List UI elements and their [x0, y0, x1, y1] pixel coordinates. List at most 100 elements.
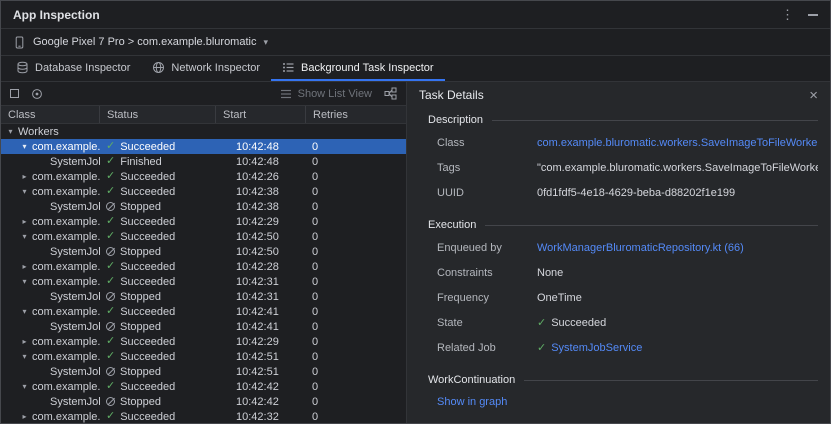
- table-row[interactable]: ▸com.example.bl✓Succeeded10:42:290: [1, 334, 406, 349]
- chevron-down-icon[interactable]: ▾: [19, 277, 30, 286]
- stopped-icon: [106, 397, 115, 406]
- class-cell: ▸com.example.bl: [1, 336, 100, 348]
- show-list-view-button[interactable]: Show List View: [280, 88, 372, 100]
- retries-value: 0: [306, 246, 406, 258]
- chevron-down-icon[interactable]: ▾: [19, 382, 30, 391]
- options-kebab-icon[interactable]: ⋮: [781, 7, 794, 23]
- status-cell: ✓Succeeded: [100, 186, 216, 198]
- task-class-label: com.example.bl: [32, 276, 100, 288]
- class-cell: ▸com.example.bl: [1, 216, 100, 228]
- stopped-icon: [106, 322, 115, 331]
- table-row[interactable]: SystemJobSStopped10:42:410: [1, 319, 406, 334]
- start-time: 10:42:28: [216, 261, 306, 273]
- class-cell: ▾Workers: [1, 126, 100, 138]
- detail-link[interactable]: SystemJobService: [551, 341, 642, 355]
- stopped-icon: [106, 247, 115, 256]
- check-icon: ✓: [106, 261, 115, 272]
- stopped-icon: [106, 367, 115, 376]
- retries-value: 0: [306, 201, 406, 213]
- tab-network-inspector[interactable]: Network Inspector: [141, 56, 271, 81]
- chevron-down-icon[interactable]: ▾: [19, 232, 30, 241]
- table-row[interactable]: ▾com.example.bl✓Succeeded10:42:420: [1, 379, 406, 394]
- status-label: Succeeded: [120, 216, 175, 228]
- table-row[interactable]: ▾Workers: [1, 124, 406, 139]
- detail-row: Related Job✓SystemJobService: [437, 341, 818, 359]
- retries-value: 0: [306, 156, 406, 168]
- stop-inspector-icon[interactable]: [10, 89, 19, 98]
- tab-background-task-inspector[interactable]: Background Task Inspector: [271, 56, 444, 81]
- start-time: 10:42:29: [216, 336, 306, 348]
- chevron-down-icon[interactable]: ▾: [19, 307, 30, 316]
- retries-value: 0: [306, 186, 406, 198]
- database-icon: [16, 61, 29, 74]
- check-icon: ✓: [537, 318, 546, 329]
- chevron-down-icon[interactable]: ▾: [19, 142, 30, 151]
- table-row[interactable]: ▸com.example.bl✓Succeeded10:42:260: [1, 169, 406, 184]
- detail-link[interactable]: com.example.bluromatic.workers.SaveImage…: [537, 136, 818, 150]
- column-header-retries[interactable]: Retries: [306, 106, 406, 123]
- status-label: Succeeded: [120, 171, 175, 183]
- title-bar: App Inspection ⋮: [1, 1, 830, 29]
- table-row[interactable]: SystemJobS✓Finished10:42:480: [1, 154, 406, 169]
- table-row[interactable]: SystemJobSStopped10:42:500: [1, 244, 406, 259]
- show-in-graph-link[interactable]: Show in graph: [437, 396, 818, 408]
- chevron-right-icon[interactable]: ▸: [19, 412, 30, 421]
- chevron-down-icon[interactable]: ▾: [19, 187, 30, 196]
- table-row[interactable]: ▸com.example.bl✓Succeeded10:42:320: [1, 409, 406, 423]
- close-icon[interactable]: ×: [809, 88, 818, 103]
- task-details-header: Task Details ×: [407, 82, 830, 108]
- tab-database-inspector[interactable]: Database Inspector: [5, 56, 141, 81]
- show-graph-view-icon[interactable]: [384, 87, 397, 100]
- task-class-label: com.example.bl: [32, 186, 100, 198]
- task-class-label: com.example.bl: [32, 216, 100, 228]
- status-cell: ✓ Succeeded: [100, 261, 216, 273]
- table-row[interactable]: ▾com.example.bl✓Succeeded10:42:500: [1, 229, 406, 244]
- table-row[interactable]: ▾com.example.bl✓Succeeded10:42:380: [1, 184, 406, 199]
- column-header-status[interactable]: Status: [100, 106, 216, 123]
- start-time: 10:42:50: [216, 231, 306, 243]
- task-class-label: com.example.bl: [32, 351, 100, 363]
- table-row[interactable]: ▾com.example.bl✓Succeeded10:42:410: [1, 304, 406, 319]
- table-row[interactable]: ▸com.example.bl✓Succeeded10:42:280: [1, 259, 406, 274]
- hide-window-icon[interactable]: [808, 14, 818, 16]
- table-row[interactable]: SystemJobSStopped10:42:420: [1, 394, 406, 409]
- table-row[interactable]: ▸com.example.bl✓Succeeded10:42:290: [1, 214, 406, 229]
- status-label: Succeeded: [120, 261, 175, 273]
- check-icon: ✓: [106, 156, 115, 167]
- chevron-right-icon[interactable]: ▸: [19, 172, 30, 181]
- detail-link[interactable]: WorkManagerBluromaticRepository.kt (66): [537, 241, 744, 255]
- class-cell: SystemJobS: [1, 246, 100, 258]
- chevron-right-icon[interactable]: ▸: [19, 217, 30, 226]
- table-row[interactable]: SystemJobSStopped10:42:510: [1, 364, 406, 379]
- table-row[interactable]: SystemJobSStopped10:42:380: [1, 199, 406, 214]
- section-heading: Execution: [428, 219, 818, 231]
- task-class-label: com.example.bl: [32, 336, 100, 348]
- retries-value: 0: [306, 351, 406, 363]
- detail-value: None: [537, 266, 563, 280]
- column-header-start[interactable]: Start: [216, 106, 306, 123]
- table-row[interactable]: ▾com.example.bl✓Succeeded10:42:310: [1, 274, 406, 289]
- start-time: 10:42:41: [216, 306, 306, 318]
- chevron-right-icon[interactable]: ▸: [19, 337, 30, 346]
- status-cell: ✓Succeeded: [100, 381, 216, 393]
- table-row[interactable]: SystemJobSStopped10:42:310: [1, 289, 406, 304]
- detail-value-cell: OneTime: [537, 291, 818, 309]
- table-row[interactable]: ▾com.example.bl✓Succeeded10:42:510: [1, 349, 406, 364]
- device-selector[interactable]: Google Pixel 7 Pro > com.example.bluroma…: [1, 29, 830, 56]
- start-time: 10:42:50: [216, 246, 306, 258]
- chevron-down-icon[interactable]: ▾: [5, 127, 16, 136]
- status-cell: ✓Succeeded: [100, 276, 216, 288]
- restart-inspector-icon[interactable]: [31, 88, 43, 100]
- detail-row: State✓Succeeded: [437, 316, 818, 334]
- start-time: 10:42:29: [216, 216, 306, 228]
- status-label: Succeeded: [120, 351, 175, 363]
- class-cell: SystemJobS: [1, 321, 100, 333]
- status-label: Succeeded: [120, 336, 175, 348]
- table-row[interactable]: ▾com.example.bl✓Succeeded10:42:480: [1, 139, 406, 154]
- class-cell: ▸com.example.bl: [1, 171, 100, 183]
- chevron-down-icon[interactable]: ▾: [19, 352, 30, 361]
- check-icon: ✓: [106, 306, 115, 317]
- chevron-right-icon[interactable]: ▸: [19, 262, 30, 271]
- column-header-class[interactable]: Class: [1, 106, 100, 123]
- start-time: 10:42:26: [216, 171, 306, 183]
